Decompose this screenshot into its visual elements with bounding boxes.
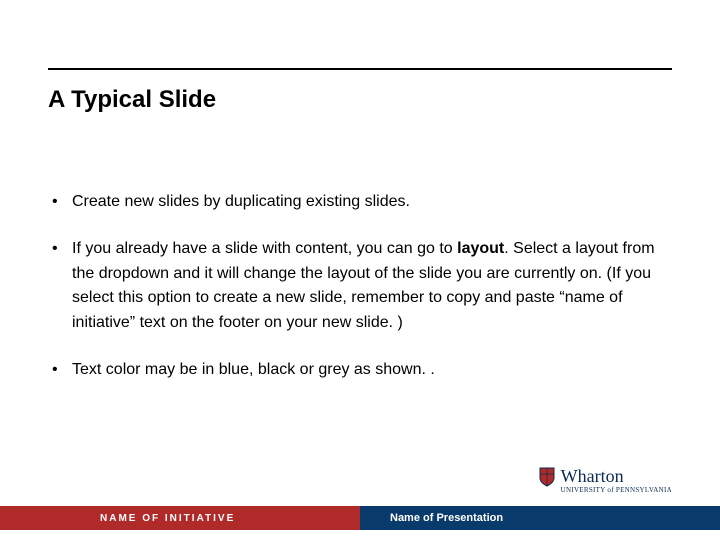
body-content: Create new slides by duplicating existin… [48,190,672,405]
shield-icon [539,467,555,487]
bullet-item: Create new slides by duplicating existin… [48,190,672,215]
footer-band: NAME OF INITIATIVE Name of Presentation [0,506,720,530]
logo-wordmark: Wharton [561,467,672,485]
bullet-item: If you already have a slide with content… [48,237,672,336]
footer-left-label: NAME OF INITIATIVE [100,513,235,524]
logo-subline: UNIVERSITY of PENNSYLVANIA [561,487,672,494]
bullet-text: Create new slides by duplicating existin… [72,193,410,210]
logo-text: Wharton UNIVERSITY of PENNSYLVANIA [561,467,672,494]
footer-left: NAME OF INITIATIVE [0,506,360,530]
title-divider [48,68,672,70]
bullet-text: If you already have a slide with content… [72,240,457,257]
bullet-bold: layout [457,240,504,257]
footer-right-label: Name of Presentation [390,512,503,524]
footer-right: Name of Presentation [360,506,720,530]
slide-title: A Typical Slide [48,86,216,114]
wharton-logo: Wharton UNIVERSITY of PENNSYLVANIA [539,467,672,494]
bullet-item: Text color may be in blue, black or grey… [48,358,672,383]
bullet-text: Text color may be in blue, black or grey… [72,361,435,378]
slide: A Typical Slide Create new slides by dup… [0,0,720,540]
